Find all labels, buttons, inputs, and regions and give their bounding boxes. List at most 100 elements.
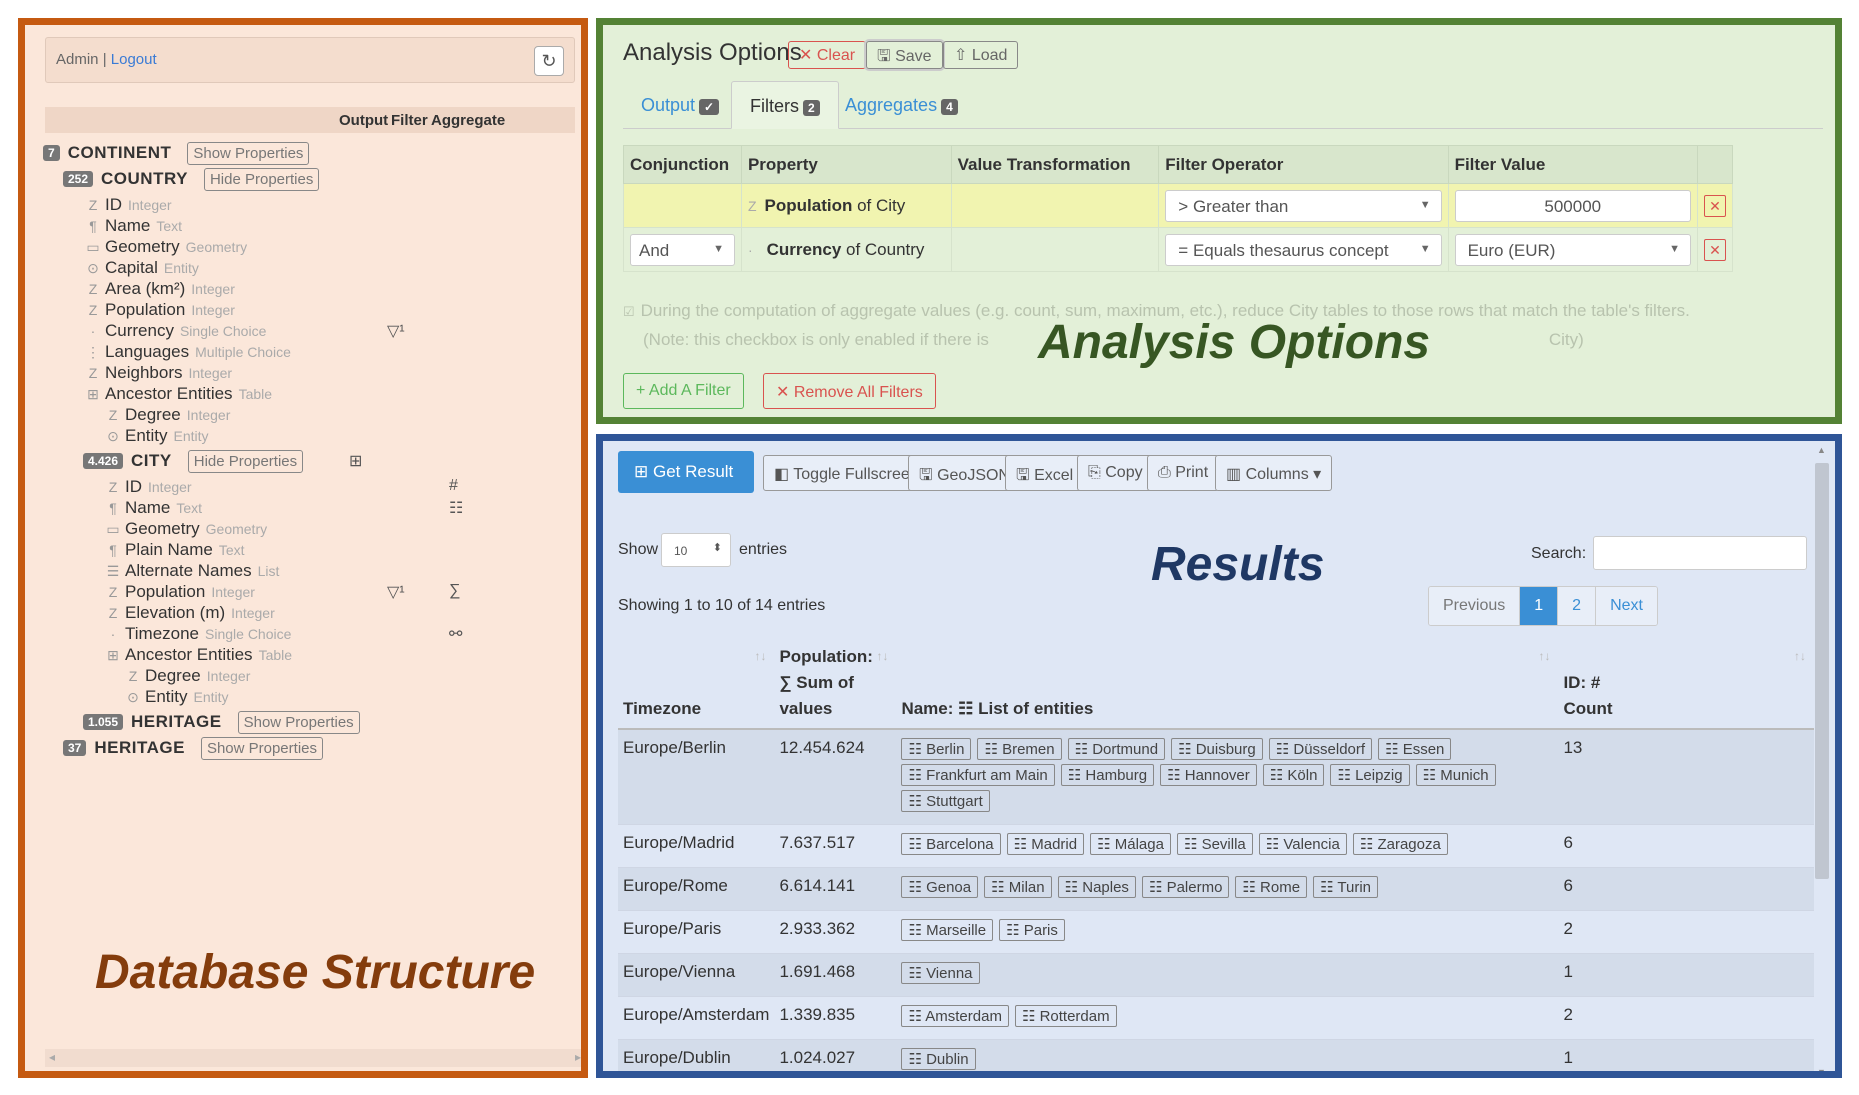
entity-chip[interactable]: ☷ Duisburg: [1171, 738, 1263, 760]
operator-select[interactable]: = Equals thesaurus concept ▼: [1165, 233, 1442, 266]
entity-chip[interactable]: ☷ Rome: [1235, 876, 1308, 898]
page-1[interactable]: 1: [1520, 587, 1559, 625]
filter-value-input[interactable]: 500000: [1454, 189, 1691, 222]
entity-chip[interactable]: ☷ Munich: [1415, 764, 1496, 786]
property-item[interactable]: ⊙ Entity Entity: [103, 424, 208, 448]
entity-chip[interactable]: ☷ Frankfurt am Main: [901, 764, 1055, 786]
th-id[interactable]: ID: # Count ↑↓: [1558, 633, 1814, 730]
list-aggregate-icon[interactable]: ☷: [449, 498, 463, 518]
entity-chip[interactable]: ☷ Vienna: [901, 962, 980, 984]
previous-page[interactable]: Previous: [1429, 587, 1521, 625]
save-button[interactable]: 🖫 Save: [866, 41, 943, 69]
property-type-icon: ¶: [89, 218, 97, 234]
page-2[interactable]: 2: [1558, 587, 1597, 625]
entity-chip[interactable]: ☷ Genoa: [901, 876, 979, 898]
entity-chip[interactable]: ☷ Zaragoza: [1352, 833, 1448, 855]
tab-output[interactable]: Output ✓: [623, 81, 737, 129]
entity-chip[interactable]: ☷ Bremen: [977, 738, 1062, 760]
entity-chip[interactable]: ☷ Madrid: [1006, 833, 1085, 855]
entity-chip[interactable]: ☷ Sevilla: [1176, 833, 1253, 855]
property-type: Single Choice: [205, 626, 292, 642]
delete-filter-icon[interactable]: ✕: [1703, 238, 1726, 261]
next-page[interactable]: Next: [1596, 587, 1657, 625]
entity-chip[interactable]: ☷ Hannover: [1160, 764, 1257, 786]
th-timezone[interactable]: Timezone ↑↓: [618, 633, 775, 730]
group-by-icon[interactable]: ⚯: [449, 624, 462, 644]
copy-button[interactable]: ⎘ Copy: [1077, 455, 1154, 491]
table-row-city[interactable]: 4.426 CITY Hide Properties: [83, 449, 304, 473]
remove-all-filters-button[interactable]: ✕ Remove All Filters: [763, 373, 936, 409]
scrollbar-thumb[interactable]: [1815, 463, 1829, 879]
table-output-icon[interactable]: ⊞: [349, 451, 362, 471]
property-type: Integer: [188, 365, 233, 381]
show-properties-button[interactable]: Show Properties: [200, 736, 323, 760]
th-name[interactable]: Name: ☷ List of entities ↑↓: [896, 633, 1559, 730]
delete-filter-icon[interactable]: ✕: [1703, 194, 1726, 217]
hide-properties-button[interactable]: Hide Properties: [203, 167, 320, 191]
print-button[interactable]: ⎙ Print: [1147, 455, 1220, 491]
count-aggregate-icon[interactable]: #: [449, 477, 458, 495]
entity-chip[interactable]: ☷ Naples: [1057, 876, 1136, 898]
filter-icon[interactable]: ▽¹: [387, 582, 405, 602]
entity-chip[interactable]: ☷ Rotterdam: [1014, 1005, 1117, 1027]
table-row-country[interactable]: 252 COUNTRY Hide Properties: [63, 167, 320, 191]
property-name: Currency: [105, 321, 174, 340]
results-label: Results: [1151, 538, 1325, 591]
entity-chip[interactable]: ☷ Valencia: [1258, 833, 1347, 855]
load-button[interactable]: ⇧ Load: [943, 41, 1019, 69]
entity-chip[interactable]: ☷ Málaga: [1090, 833, 1171, 855]
entity-chip[interactable]: ☷ Paris: [999, 919, 1065, 941]
toggle-fullscreen-button[interactable]: ◧ Toggle Fullscreen: [763, 455, 930, 491]
search-input[interactable]: [1593, 536, 1807, 570]
entity-chip[interactable]: ☷ Düsseldorf: [1268, 738, 1373, 760]
entity-chip[interactable]: ☷ Köln: [1262, 764, 1325, 786]
analysis-options-label: Analysis Options: [1038, 316, 1431, 369]
entity-chip[interactable]: ☷ Hamburg: [1060, 764, 1155, 786]
entity-chip[interactable]: ☷ Stuttgart: [901, 790, 990, 812]
entity-chip[interactable]: ☷ Dortmund: [1067, 738, 1166, 760]
show-properties-button[interactable]: Show Properties: [237, 710, 360, 734]
entity-chip[interactable]: ☷ Leipzig: [1330, 764, 1410, 786]
table-row-heritage2[interactable]: 37 HERITAGE Show Properties: [63, 736, 323, 760]
entity-chip[interactable]: ☷ Amsterdam: [901, 1005, 1009, 1027]
columns-button[interactable]: ▥ Columns ▾: [1215, 455, 1333, 491]
horizontal-scrollbar[interactable]: ◂ ▸: [45, 1049, 581, 1067]
show-properties-button[interactable]: Show Properties: [187, 141, 310, 165]
entity-chip[interactable]: ☷ Barcelona: [901, 833, 1001, 855]
clear-button[interactable]: ✕ Clear: [788, 41, 867, 69]
filter-value-select[interactable]: Euro (EUR) ▼: [1454, 233, 1691, 266]
operator-select[interactable]: > Greater than ▼: [1165, 189, 1442, 222]
logout-link[interactable]: Logout: [111, 51, 157, 68]
th-population[interactable]: Population: ∑ Sum of values ↑↓: [774, 633, 897, 730]
table-row-continent[interactable]: 7 CONTINENT Show Properties: [43, 141, 310, 165]
count-cell: 6: [1558, 824, 1814, 868]
tab-aggregates[interactable]: Aggregates 4: [827, 81, 976, 129]
refresh-icon[interactable]: ↻: [534, 46, 564, 76]
entity-name: Palermo: [1166, 879, 1223, 896]
sum-aggregate-icon[interactable]: ∑: [449, 582, 460, 600]
conjunction-select[interactable]: And ▼: [630, 233, 735, 266]
property-type-icon: Z: [88, 197, 98, 213]
hide-properties-button[interactable]: Hide Properties: [187, 449, 304, 473]
filter-icon[interactable]: ▽¹: [387, 321, 405, 341]
property-item[interactable]: ⊙ Entity Entity: [123, 685, 228, 709]
entity-chip[interactable]: ☷ Dublin: [901, 1048, 976, 1070]
entity-chip[interactable]: ☷ Berlin: [901, 738, 972, 760]
entity-chip[interactable]: ☷ Milan: [984, 876, 1052, 898]
get-result-button[interactable]: ⊞ Get Result: [618, 451, 754, 493]
entity-name: Genoa: [926, 879, 972, 896]
count-cell: 1: [1558, 1039, 1814, 1071]
entries-select[interactable]: 10 ⬍: [661, 533, 731, 567]
table-row-heritage1[interactable]: 1.055 HERITAGE Show Properties: [83, 710, 360, 734]
vertical-scrollbar[interactable]: ▲ ▼: [1813, 445, 1831, 1071]
entity-chip[interactable]: ☷ Palermo: [1141, 876, 1230, 898]
excel-button[interactable]: 🖫 Excel: [1005, 455, 1085, 491]
add-filter-button[interactable]: + Add A Filter: [623, 373, 744, 409]
aggregate-checkbox[interactable]: ☑: [623, 304, 635, 319]
tab-filters[interactable]: Filters 2: [731, 81, 839, 129]
database-structure-panel: Admin | Logout ↻ Output Filter Aggregate…: [18, 18, 588, 1078]
entity-chip[interactable]: ☷ Essen: [1378, 738, 1452, 760]
entity-chip[interactable]: ☷ Turin: [1313, 876, 1379, 898]
entity-name: Bremen: [1002, 741, 1055, 758]
entity-chip[interactable]: ☷ Marseille: [901, 919, 994, 941]
